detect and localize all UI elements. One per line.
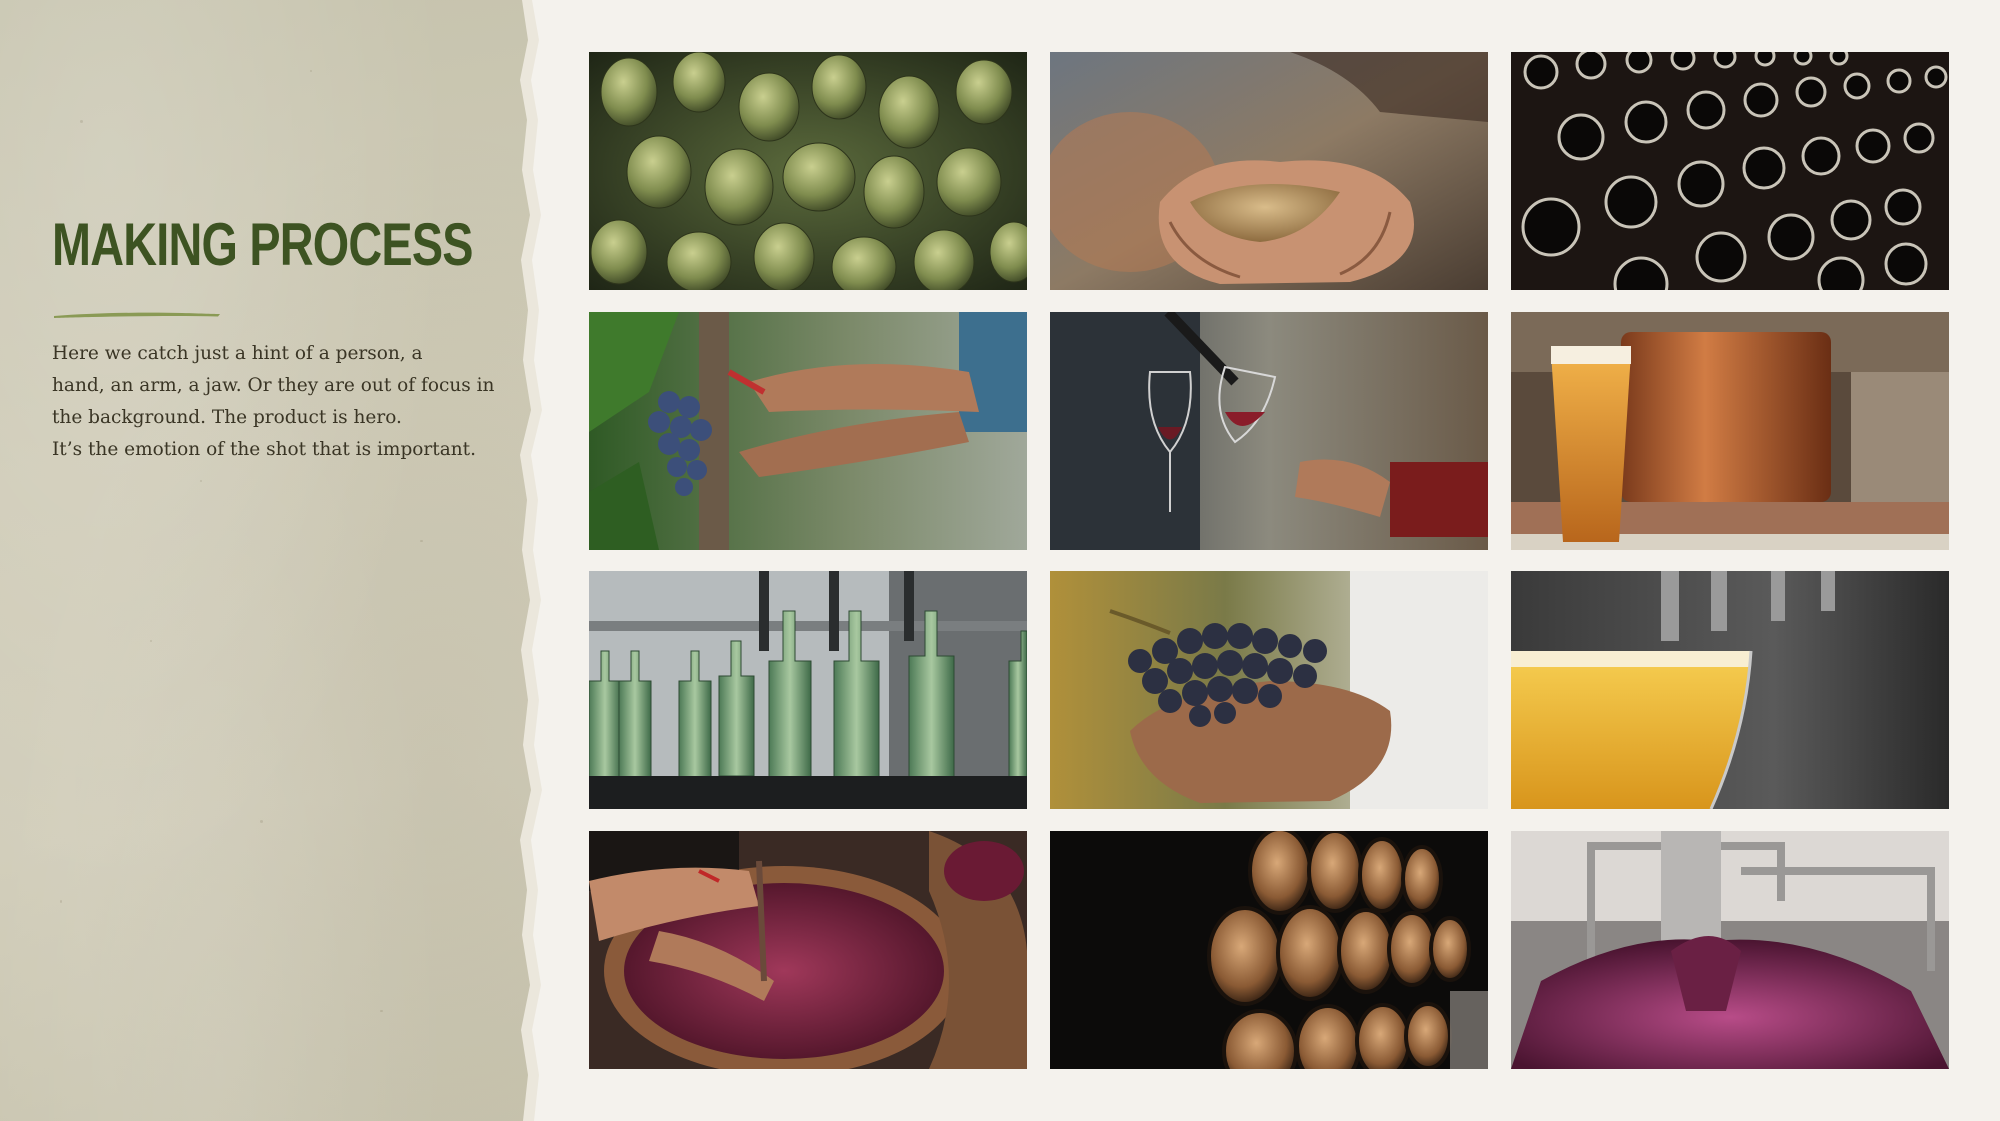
description-text: Here we catch just a hint of a person, a… xyxy=(52,338,512,466)
description-line: hand, an arm, a jaw. Or they are out of … xyxy=(52,375,495,396)
photo-grape-press-must xyxy=(1511,831,1949,1069)
description-line: the background. The product is hero. xyxy=(52,407,402,428)
page-title: MAKING PROCESS xyxy=(52,211,474,278)
text-panel xyxy=(0,0,531,1121)
photo-beer-tap-pour xyxy=(1511,571,1949,809)
photo-oak-barrels-cellar xyxy=(1050,831,1488,1069)
photo-beer-copper-kettle xyxy=(1511,312,1949,550)
photo-cutting-grapes xyxy=(589,312,1027,550)
photo-hands-holding-grain xyxy=(1050,52,1488,290)
photo-hop-cones xyxy=(589,52,1027,290)
description-line: It’s the emotion of the shot that is imp… xyxy=(52,439,476,460)
photo-pouring-red-wine xyxy=(1050,312,1488,550)
photo-hands-holding-grapes xyxy=(1050,571,1488,809)
photo-punching-down-grapes xyxy=(589,831,1027,1069)
title-underline-stroke xyxy=(54,312,220,318)
description-line: Here we catch just a hint of a person, a xyxy=(52,343,423,364)
photo-bottling-line xyxy=(589,571,1027,809)
photo-riddling-rack-bottles xyxy=(1511,52,1949,290)
